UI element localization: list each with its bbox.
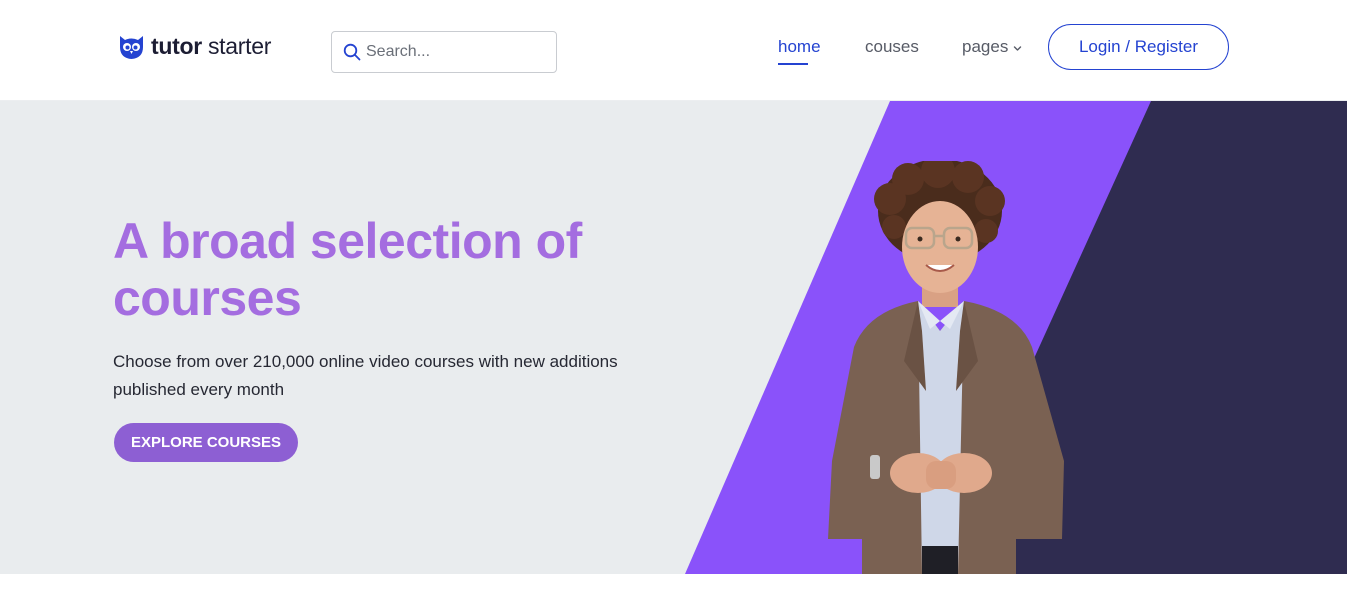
- logo-text-regular: starter: [201, 33, 272, 59]
- login-register-button[interactable]: Login / Register: [1048, 24, 1229, 70]
- nav-pages-dropdown[interactable]: pages: [962, 37, 1022, 57]
- logo-text: tutor starter: [151, 33, 271, 60]
- owl-icon: [120, 35, 143, 59]
- site-header: tutor starter home couses pages Login / …: [0, 0, 1347, 101]
- nav-pages-label: pages: [962, 37, 1009, 56]
- instructor-photo: [828, 161, 1064, 574]
- search-box[interactable]: [331, 31, 557, 73]
- hero-section: A broad selection of courses Choose from…: [0, 101, 1347, 574]
- nav-home[interactable]: home: [778, 37, 821, 57]
- logo-link[interactable]: tutor starter: [118, 33, 271, 60]
- search-input[interactable]: [366, 43, 546, 61]
- chevron-down-icon: [1014, 45, 1022, 51]
- page-bottom-strip: [0, 574, 1347, 594]
- search-icon: [343, 43, 361, 61]
- nav-courses[interactable]: couses: [865, 37, 919, 57]
- explore-courses-button[interactable]: EXPLORE COURSES: [114, 423, 298, 462]
- hero-title: A broad selection of courses: [113, 213, 582, 326]
- hero-subtitle: Choose from over 210,000 online video co…: [113, 352, 618, 399]
- hero-background-stripes: [0, 101, 1347, 574]
- nav-home-active-indicator: [778, 63, 808, 65]
- logo-text-bold: tutor: [151, 33, 202, 59]
